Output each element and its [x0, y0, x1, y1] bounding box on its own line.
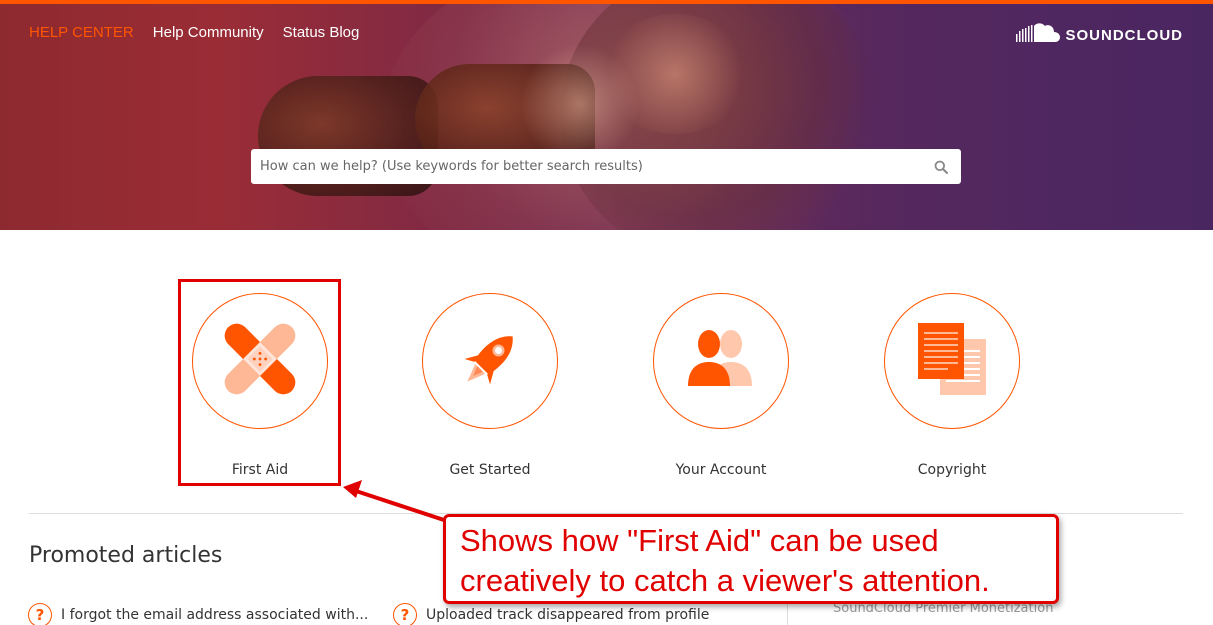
annotation-highlight-box: [178, 279, 341, 486]
promoted-articles-title: Promoted articles: [29, 543, 223, 568]
hero-banner: HELP CENTER Help Community Status Blog S…: [0, 4, 1213, 230]
category-copyright[interactable]: Copyright: [877, 293, 1027, 478]
category-circle: [653, 293, 789, 429]
search-input[interactable]: [251, 149, 921, 184]
category-your-account[interactable]: Your Account: [646, 293, 796, 478]
category-label: Get Started: [449, 462, 531, 478]
nav-help-community[interactable]: Help Community: [153, 24, 264, 41]
category-circle: [422, 293, 558, 429]
question-icon: ?: [393, 603, 417, 625]
nav-status-blog[interactable]: Status Blog: [283, 24, 360, 41]
soundcloud-logo[interactable]: SOUNDCLOUD: [1015, 22, 1184, 49]
annotation-callout: Shows how "First Aid" can be used creati…: [443, 514, 1059, 604]
article-title: I forgot the email address associated wi…: [61, 607, 369, 623]
article-title: Uploaded track disappeared from profile: [426, 607, 710, 623]
category-label: Copyright: [917, 462, 987, 478]
category-label: Your Account: [675, 462, 767, 478]
users-icon: [676, 324, 766, 399]
nav-help-center[interactable]: HELP CENTER: [29, 24, 134, 41]
annotation-text: Shows how "First Aid" can be used creati…: [460, 523, 990, 598]
rocket-icon: [450, 319, 530, 404]
category-circle: [884, 293, 1020, 429]
promoted-article[interactable]: ? I forgot the email address associated …: [28, 603, 368, 625]
top-nav: HELP CENTER Help Community Status Blog: [29, 24, 378, 41]
search-icon[interactable]: [921, 149, 961, 184]
question-icon: ?: [28, 603, 52, 625]
soundcloud-cloud-icon: [1015, 22, 1060, 49]
documents-icon: [912, 317, 992, 406]
category-get-started[interactable]: Get Started: [415, 293, 565, 478]
search-bar: [251, 149, 961, 184]
promoted-article[interactable]: ? Uploaded track disappeared from profil…: [393, 603, 709, 625]
brand-name: SOUNDCLOUD: [1065, 27, 1183, 44]
